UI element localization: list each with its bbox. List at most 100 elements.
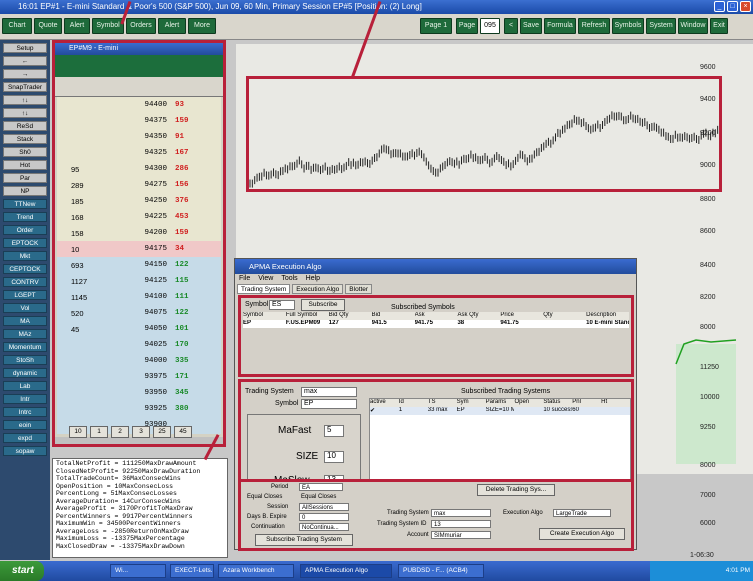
ladder-price[interactable]: 93925: [121, 401, 167, 418]
tab-blotter[interactable]: Blotter: [345, 284, 373, 294]
mafast-input[interactable]: 5: [324, 425, 344, 437]
symbols-column-header: Bid: [371, 312, 381, 318]
ladder-price[interactable]: 94250: [121, 193, 167, 210]
size-input[interactable]: 10: [324, 451, 344, 463]
session-select[interactable]: AllSessions: [299, 503, 349, 511]
symbols-header: Symbol Full Symbol Bid Qty Bid Ask Ask Qty Pri…: [243, 312, 629, 320]
ladder-row[interactable]: 94350 91: [57, 129, 221, 146]
ladder-price[interactable]: 94300: [121, 161, 167, 178]
taskbar-task-5[interactable]: PUBDSD - F... (ACB4): [398, 564, 484, 578]
symbols-row[interactable]: EP F.US.EPM09 127 941.5 941.75 38 941.75 10 E-m…: [243, 320, 629, 328]
ladder-row[interactable]: 94400 93: [57, 97, 221, 114]
ladder-price[interactable]: 94200: [121, 225, 167, 242]
ts-table-row[interactable]: ✔ 1 33 max EP SIZE=10 Ma... 10 success60: [370, 407, 630, 415]
exec-ts-input[interactable]: max: [431, 509, 491, 517]
subscribe-button[interactable]: Subscribe: [301, 299, 345, 311]
tab-execution-algo[interactable]: Execution Algo: [292, 284, 344, 294]
ts-symbol-select[interactable]: EP: [301, 399, 357, 409]
qty-button[interactable]: 2: [111, 426, 129, 438]
exec-id-label: Trading System ID: [377, 521, 427, 527]
account-select[interactable]: SIMmuriar: [431, 531, 491, 539]
ladder-volume: 34: [175, 245, 185, 253]
ladder-row[interactable]: 289 94275 156: [57, 177, 221, 194]
ladder-price[interactable]: 94375: [121, 113, 167, 130]
price-ladder-window[interactable]: EP#M9 - E-mini 94400 93 94375 159 94350 91 943…: [52, 40, 226, 447]
menu-help[interactable]: Help: [306, 274, 320, 284]
delete-trading-system-button[interactable]: Delete Trading Sys...: [477, 484, 555, 496]
taskbar-task-4[interactable]: APMA Execution Algo: [300, 564, 392, 578]
ladder-row[interactable]: 94375 159: [57, 113, 221, 130]
ladder-row[interactable]: 94025 170: [57, 337, 221, 354]
symbols-section: Symbol ES Subscribe Subscribed Symbols S…: [238, 295, 634, 377]
subscribe-trading-system-button[interactable]: Subscribe Trading System: [255, 534, 353, 546]
continuation-select[interactable]: NoContinua...: [299, 523, 349, 531]
exec-algo-select[interactable]: LargeTrade: [553, 509, 611, 517]
symbols-column-header: Price: [500, 312, 515, 318]
mafast-label: MaFast: [278, 425, 312, 436]
tab-trading-system[interactable]: Trading System: [237, 284, 291, 294]
ladder-price[interactable]: 94025: [121, 337, 167, 354]
ladder-controls[interactable]: [55, 77, 223, 97]
symbol-input[interactable]: ES: [269, 300, 295, 310]
ladder-price[interactable]: 94000: [121, 353, 167, 370]
ladder-row[interactable]: 185 94250 376: [57, 193, 221, 210]
taskbar-task-2[interactable]: EXECT-Lets...: [170, 564, 214, 578]
qty-button[interactable]: 10: [69, 426, 87, 438]
ladder-price[interactable]: 94325: [121, 145, 167, 162]
ladder-price[interactable]: 94125: [121, 273, 167, 290]
menu-tools[interactable]: Tools: [281, 274, 297, 284]
ladder-row[interactable]: 95 94300 286: [57, 161, 221, 178]
menu-file[interactable]: File: [239, 274, 250, 284]
equal-closes-checkbox[interactable]: Equal Closes: [301, 494, 336, 500]
ladder-bid-size: 693: [71, 261, 84, 270]
taskbar-task-3[interactable]: Azara Workbench: [218, 564, 294, 578]
qty-button[interactable]: 1: [90, 426, 108, 438]
trading-system-select[interactable]: max: [301, 387, 357, 397]
execution-algo-window[interactable]: APMA Execution Algo File View Tools Help…: [234, 258, 637, 551]
ladder-price[interactable]: 94400: [121, 97, 167, 114]
ladder-row[interactable]: 520 94075 122: [57, 305, 221, 322]
ts-column-header: Pnl: [572, 399, 581, 405]
quantity-buttons: 10 1 2 3 25 45: [69, 426, 192, 438]
ladder-row[interactable]: 45 94050 101: [57, 321, 221, 338]
ladder-row[interactable]: 93925 380: [57, 401, 221, 418]
ladder-row[interactable]: 693 94150 122: [57, 257, 221, 274]
symbols-cell: [543, 320, 586, 328]
ladder-row[interactable]: 10 94175 34: [57, 241, 221, 258]
qty-button[interactable]: 25: [153, 426, 171, 438]
y-axis-tick-label: 8000: [700, 324, 716, 331]
taskbar-task-1[interactable]: Wi...: [110, 564, 166, 578]
symbols-column-header: Qty: [543, 312, 553, 318]
ladder-price[interactable]: 94075: [121, 305, 167, 322]
ladder-volume: 156: [175, 181, 189, 189]
ladder-price[interactable]: 94225: [121, 209, 167, 226]
exec-id-input[interactable]: 13: [431, 520, 491, 528]
ladder-row[interactable]: 1145 94100 111: [57, 289, 221, 306]
ladder-price[interactable]: 94050: [121, 321, 167, 338]
ladder-price[interactable]: 94150: [121, 257, 167, 274]
ladder-price[interactable]: 94100: [121, 289, 167, 306]
ladder-row[interactable]: 1127 94125 115: [57, 273, 221, 290]
qty-button[interactable]: 3: [132, 426, 150, 438]
ladder-bid-size: 185: [71, 197, 84, 206]
start-button[interactable]: start: [0, 561, 44, 581]
ladder-row[interactable]: 94325 167: [57, 145, 221, 162]
menu-view[interactable]: View: [258, 274, 273, 284]
ladder-volume: 159: [175, 229, 189, 237]
symbols-cell: 38: [457, 320, 465, 326]
ladder-price[interactable]: 93975: [121, 369, 167, 386]
ladder-price[interactable]: 94275: [121, 177, 167, 194]
ladder-row[interactable]: 93975 171: [57, 369, 221, 386]
ladder-price[interactable]: 94350: [121, 129, 167, 146]
days-back-input[interactable]: 0: [299, 513, 349, 521]
ladder-row[interactable]: 94000 335: [57, 353, 221, 370]
ladder-bid-size: 168: [71, 213, 84, 222]
qty-button[interactable]: 45: [174, 426, 192, 438]
ladder-row[interactable]: 158 94200 159: [57, 225, 221, 242]
ladder-row[interactable]: 168 94225 453: [57, 209, 221, 226]
ladder-price[interactable]: 94175: [121, 241, 167, 258]
period-input[interactable]: EA: [299, 483, 343, 491]
ladder-row[interactable]: 93950 345: [57, 385, 221, 402]
ladder-price[interactable]: 93950: [121, 385, 167, 402]
create-execution-algo-button[interactable]: Create Execution Algo: [539, 528, 625, 540]
